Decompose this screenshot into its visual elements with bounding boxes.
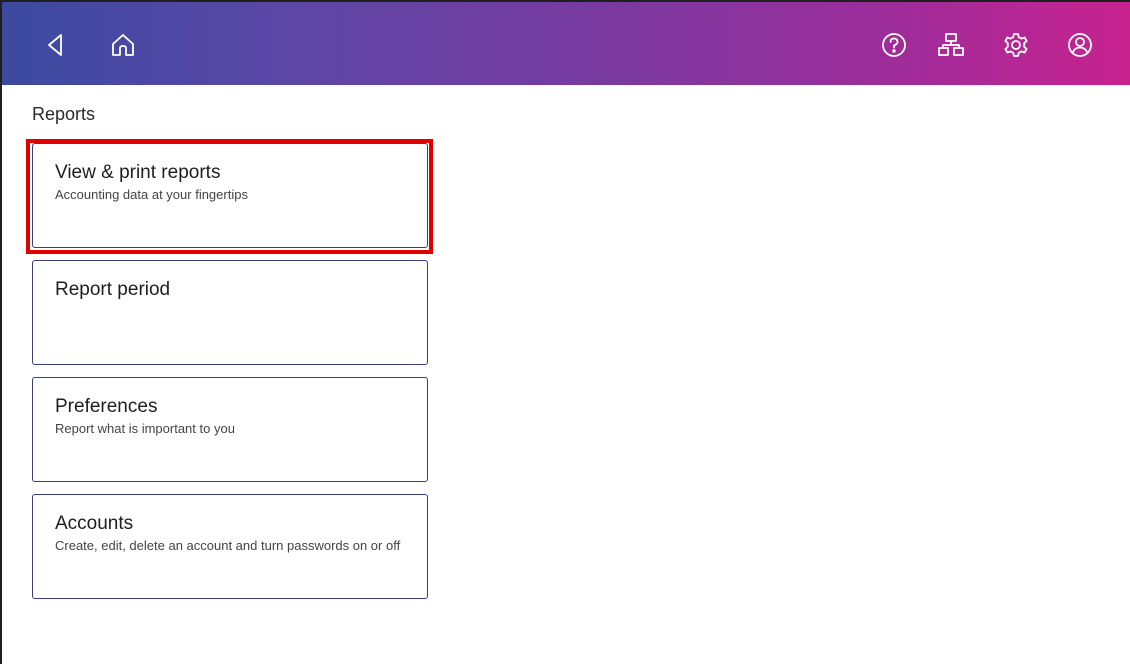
card-title: View & print reports <box>55 162 221 183</box>
settings-button[interactable] <box>1000 29 1032 61</box>
card-subtitle: Accounting data at your fingertips <box>55 187 248 202</box>
card-preferences[interactable]: Preferences Report what is important to … <box>32 377 428 482</box>
card-report-period[interactable]: Report period <box>32 260 428 365</box>
card-subtitle: Report what is important to you <box>55 421 235 436</box>
card-subtitle: Create, edit, delete an account and turn… <box>55 538 401 553</box>
back-button[interactable] <box>40 29 72 61</box>
page-title: Reports <box>32 104 96 124</box>
help-icon <box>882 33 906 57</box>
settings-icon <box>1004 33 1028 57</box>
card-view-print-reports[interactable]: View & print reports Accounting data at … <box>32 143 428 248</box>
back-icon <box>48 34 62 56</box>
card-title: Accounts <box>55 513 134 534</box>
card-title: Report period <box>55 279 171 300</box>
home-button[interactable] <box>107 29 139 61</box>
account-button[interactable] <box>1064 29 1096 61</box>
home-icon <box>112 34 134 56</box>
top-navigation-bar <box>2 2 1130 85</box>
card-title: Preferences <box>55 396 158 417</box>
network-icon <box>938 33 964 56</box>
card-accounts[interactable]: Accounts Create, edit, delete an account… <box>32 494 428 599</box>
account-icon <box>1068 33 1092 57</box>
help-button[interactable] <box>878 29 910 61</box>
network-button[interactable] <box>935 29 967 61</box>
